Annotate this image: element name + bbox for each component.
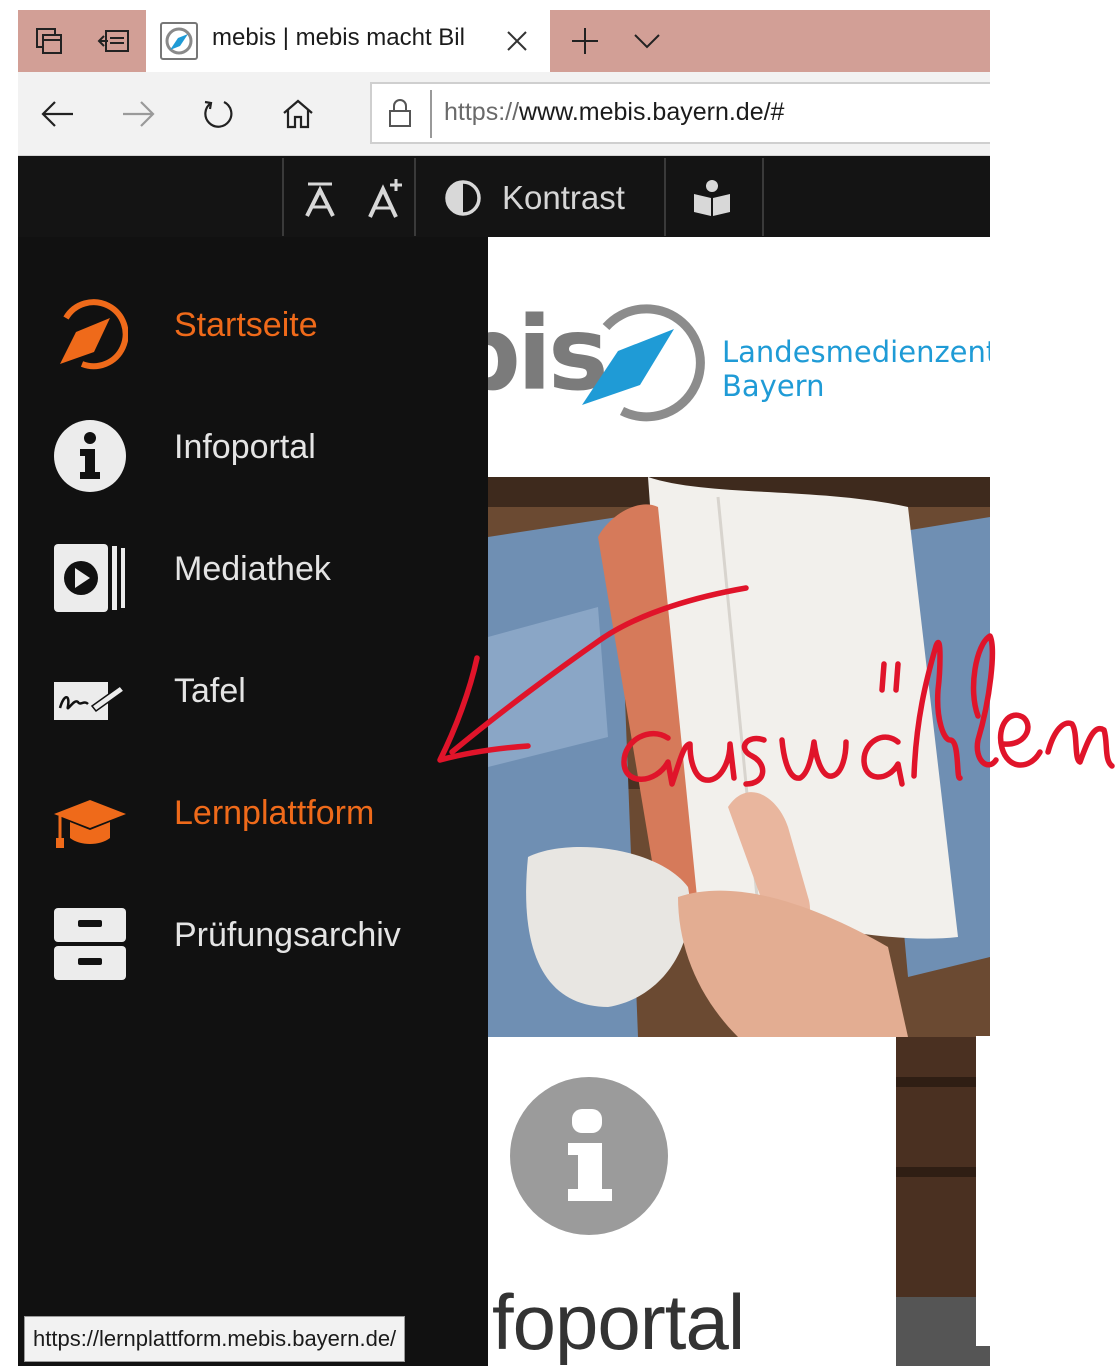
play-icon	[52, 540, 128, 616]
menu-item-infoportal[interactable]: Infoportal	[18, 404, 488, 504]
archive-drawer-icon	[52, 906, 128, 982]
whiteboard-pen-icon	[52, 662, 128, 738]
hero-photo-student-reading	[488, 477, 990, 1037]
new-tab-button[interactable]	[554, 10, 616, 72]
mebis-favicon-icon	[160, 22, 198, 60]
kontrast-button[interactable]: Kontrast	[444, 174, 664, 222]
toolbar-divider	[762, 158, 764, 236]
refresh-button[interactable]	[190, 86, 246, 142]
info-icon	[510, 1077, 668, 1235]
compass-icon	[52, 296, 128, 372]
tab-list-button[interactable]	[616, 10, 678, 72]
tab-close-button[interactable]	[498, 22, 536, 60]
toolbar-divider	[414, 158, 416, 236]
tab-actions-button[interactable]	[18, 10, 80, 72]
brand-name-line1: Landesmedienzentr	[722, 335, 990, 369]
reading-person-icon	[694, 180, 730, 216]
menu-item-mediathek[interactable]: Mediathek	[18, 526, 488, 626]
browser-tab-bar: mebis | mebis macht Bil	[18, 10, 990, 72]
menu-label-tafel: Tafel	[174, 672, 246, 710]
browser-nav-bar: https://www.mebis.bayern.de/#	[18, 72, 990, 156]
home-button[interactable]	[270, 86, 326, 142]
menu-item-lernplattform[interactable]: Lernplattform	[18, 770, 488, 870]
card-title: foportal	[492, 1278, 745, 1366]
lower-section: foportal	[488, 1037, 990, 1366]
mebis-logo[interactable]: bis Landesmedienzentr Bayern	[488, 237, 990, 477]
refresh-icon	[204, 100, 233, 128]
font-increase-icon	[368, 179, 402, 218]
address-bar[interactable]: https://www.mebis.bayern.de/#	[370, 82, 990, 144]
url-protocol: https://	[444, 98, 520, 126]
address-divider	[430, 90, 432, 138]
plus-icon	[572, 28, 598, 54]
infoportal-card[interactable]: foportal	[488, 1037, 896, 1366]
link-status-tooltip: https://lernplattform.mebis.bayern.de/	[24, 1316, 406, 1362]
menu-label-startseite: Startseite	[174, 306, 318, 344]
contrast-icon	[445, 180, 481, 216]
main-content: bis Landesmedienzentr Bayern	[488, 237, 990, 1366]
set-aside-tabs-button[interactable]	[82, 10, 144, 72]
toolbar-divider	[282, 158, 284, 236]
hero-image	[488, 477, 990, 1037]
menu-label-infoportal: Infoportal	[174, 428, 316, 466]
home-icon	[283, 99, 313, 129]
tab-title: mebis | mebis macht Bil	[212, 24, 465, 51]
back-button[interactable]	[30, 86, 86, 142]
arrow-left-icon	[41, 101, 73, 127]
mebis-compass-logo-icon	[582, 304, 705, 422]
close-icon	[507, 31, 527, 51]
browser-tab-active[interactable]: mebis | mebis macht Bil	[146, 10, 550, 72]
font-increase-button[interactable]	[362, 174, 410, 222]
brand-name-line2: Bayern	[722, 369, 825, 403]
menu-label-lernplattform: Lernplattform	[174, 794, 375, 832]
main-menu-sidebar: Startseite Infoportal Mediathek Tafel Le…	[18, 237, 488, 1366]
graduation-cap-icon	[52, 784, 128, 860]
tab-stack-icon	[36, 28, 62, 54]
menu-item-tafel[interactable]: Tafel	[18, 648, 488, 748]
kontrast-label: Kontrast	[502, 179, 625, 216]
url-host: www.mebis.bayern.de/#	[519, 98, 785, 126]
lock-icon	[389, 99, 411, 127]
content-edge-strip	[976, 1036, 990, 1346]
forward-button[interactable]	[110, 86, 166, 142]
menu-item-pruefungsarchiv[interactable]: Prüfungsarchiv	[18, 892, 488, 992]
arrow-right-icon	[123, 101, 155, 127]
menu-label-pruefungsarchiv: Prüfungsarchiv	[174, 916, 401, 954]
set-aside-icon	[97, 30, 129, 52]
info-icon	[52, 418, 128, 494]
toolbar-divider	[664, 158, 666, 236]
font-decrease-button[interactable]	[300, 174, 340, 222]
menu-item-startseite[interactable]: Startseite	[18, 282, 488, 382]
accessibility-toolbar: Kontrast	[18, 156, 990, 237]
status-url-text: https://lernplattform.mebis.bayern.de/	[33, 1326, 397, 1351]
easy-language-button[interactable]	[682, 174, 742, 222]
mebis-website: Kontrast Startseite Infoportal Mediathek…	[18, 156, 990, 1366]
menu-label-mediathek: Mediathek	[174, 550, 331, 588]
chevron-down-icon	[634, 34, 660, 49]
url-text[interactable]: https://www.mebis.bayern.de/#	[444, 98, 784, 127]
font-decrease-icon	[305, 182, 335, 217]
